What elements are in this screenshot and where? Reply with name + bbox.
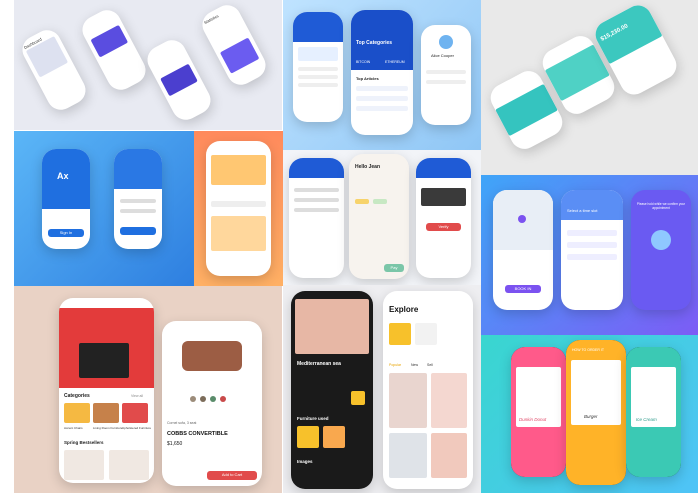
shop-phone-1: Categories View all Accent Chairs Living… <box>59 298 154 483</box>
login-phone-1: Ax Sign In <box>42 149 90 249</box>
booking-prompt: Please hold while we confirm your appoin… <box>636 202 686 210</box>
book-in-button[interactable]: BOOK IN <box>505 285 541 293</box>
explore-tab-popular[interactable]: Popular <box>389 363 401 367</box>
booking-phone-1: BOOK IN <box>493 190 553 310</box>
shop-categories: Categories <box>64 393 90 399</box>
shop-phone-2: Cornel sofa, 3 seat COBBS CONVERTIBLE $1… <box>162 321 262 486</box>
shop-spring: Spring Bestsellers <box>64 440 104 445</box>
food-item-2[interactable]: Burger <box>584 414 598 419</box>
tile-dashboard: Dashboard Statistics <box>14 0 282 130</box>
tile-login: Ax Sign In <box>14 131 194 286</box>
statistics-label: Statistics <box>202 13 220 26</box>
tile-explore: Mediterranean sea Furniture used Images … <box>283 285 481 493</box>
explore-phone-1: Mediterranean sea Furniture used Images <box>291 291 373 489</box>
orange-phone <box>206 141 271 276</box>
login-logo: Ax <box>57 171 69 181</box>
wallet-phone-3: Alice Cooper <box>421 25 471 125</box>
verify-button[interactable]: Verify <box>426 223 461 231</box>
dash-phone-4: Statistics <box>197 0 271 90</box>
shop-view-all[interactable]: View all <box>131 394 143 398</box>
booking-title: Select a time slot <box>567 208 598 213</box>
furniture-headline: Mediterranean sea <box>297 361 341 367</box>
food-header: HOW TO ORDER IT <box>572 348 604 352</box>
shop-item-2[interactable]: Living Room Furniture <box>93 426 123 430</box>
tile-shop: Categories View all Accent Chairs Living… <box>14 286 282 493</box>
dash-phone-1: Dashboard <box>17 25 91 115</box>
tile-finance: $15,230.00 <box>481 0 698 175</box>
explore-tab-sell[interactable]: Sell <box>427 363 433 367</box>
tile-booking: BOOK IN Select a time slot Please hold w… <box>481 175 698 335</box>
payment-phone-1 <box>289 158 344 278</box>
product-category: Cornel sofa, 3 seat <box>167 421 197 425</box>
furniture-images: Images <box>297 459 313 464</box>
food-phone-1: Dunkin Donut <box>511 347 566 477</box>
profile-name: Alice Cooper <box>431 53 454 58</box>
wallet-card-ethereum[interactable]: ETHEREUM <box>385 60 405 64</box>
product-name: COBBS CONVERTIBLE <box>167 431 228 437</box>
food-phone-2: HOW TO ORDER IT Burger <box>566 340 626 485</box>
tile-wallet: Top Categories BITCOIN ETHEREUM Top Arti… <box>283 0 481 150</box>
tile-orange <box>194 131 283 286</box>
tile-food: Dunkin Donut HOW TO ORDER IT Burger Ice … <box>481 335 698 493</box>
dash-phone-2 <box>77 5 151 95</box>
explore-phone-2: Explore Popular New Sell <box>383 291 473 489</box>
payment-phone-2: Hello Jean Pay <box>349 154 409 279</box>
food-phone-3: Ice Cream <box>626 347 681 477</box>
pay-button[interactable]: Pay <box>384 264 404 272</box>
wallet-card-bitcoin[interactable]: BITCOIN <box>356 60 370 64</box>
explore-tab-new[interactable]: New <box>411 363 418 367</box>
add-to-cart-button[interactable]: Add to Cart <box>207 471 257 480</box>
payment-phone-3: Verify <box>416 158 471 278</box>
shop-item-3[interactable]: Upholstered Furniture <box>122 426 151 430</box>
food-item-3[interactable]: Ice Cream <box>636 417 657 422</box>
shop-item-1[interactable]: Accent Chairs <box>64 426 83 430</box>
login-button-2[interactable] <box>120 227 156 235</box>
booking-phone-3: Please hold while we confirm your appoin… <box>631 190 691 310</box>
booking-phone-2: Select a time slot <box>561 190 623 310</box>
wallet-phone-2: Top Categories BITCOIN ETHEREUM Top Arti… <box>351 10 413 135</box>
product-price: $1,650 <box>167 441 183 447</box>
payment-greeting: Hello Jean <box>355 164 381 170</box>
wallet-section: Top Articles <box>356 76 379 81</box>
wallet-title: Top Categories <box>356 40 393 46</box>
dash-phone-3 <box>142 35 216 125</box>
explore-title: Explore <box>389 305 419 314</box>
login-phone-2 <box>114 149 162 249</box>
tile-payment: Hello Jean Pay Verify <box>283 150 481 285</box>
furniture-section: Furniture used <box>297 416 329 421</box>
login-button[interactable]: Sign In <box>48 229 84 237</box>
wallet-phone-1 <box>293 12 343 122</box>
food-item-1[interactable]: Dunkin Donut <box>519 417 546 422</box>
